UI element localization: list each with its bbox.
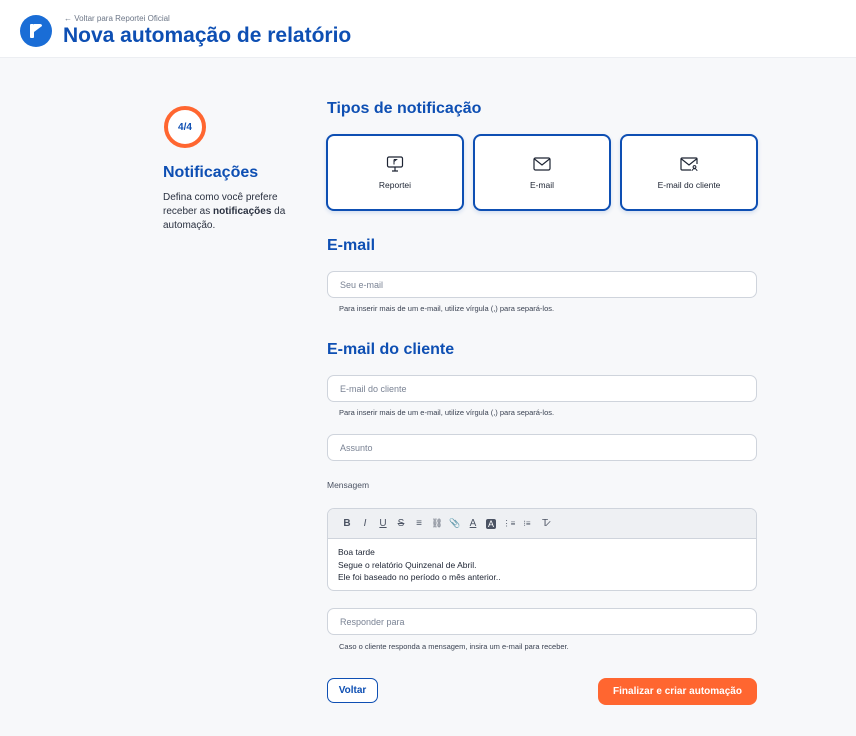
message-line: Boa tarde: [338, 547, 375, 557]
client-email-input[interactable]: [328, 376, 756, 401]
notification-option-client-email[interactable]: E-mail do cliente: [620, 134, 758, 211]
step-indicator: 4/4: [164, 106, 206, 148]
email-field[interactable]: [327, 271, 757, 298]
text-color-button[interactable]: A: [464, 515, 482, 533]
step-description: Defina como você prefere receber as noti…: [163, 191, 313, 233]
notification-types-title: Tipos de notificação: [327, 100, 482, 117]
email-input[interactable]: [328, 272, 756, 297]
italic-button[interactable]: I: [356, 515, 374, 533]
message-editor[interactable]: B I U S ≡ ⛓ 📎 A A ⋮≡ ⁝≡ T̷ Boa tarde Seg…: [327, 508, 757, 591]
email-section-title: E-mail: [327, 237, 376, 254]
back-to-reportei-link[interactable]: ← Voltar para Reportei Oficial: [64, 14, 170, 23]
align-button[interactable]: ≡: [410, 515, 428, 533]
background-color-label: A: [485, 518, 496, 529]
bold-button[interactable]: B: [338, 515, 356, 533]
background-color-button[interactable]: A: [482, 515, 500, 533]
finish-create-automation-button[interactable]: Finalizar e criar automação: [598, 678, 757, 705]
page-title: Nova automação de relatório: [63, 24, 352, 47]
step-desc-bold: notificações: [213, 206, 272, 217]
monitor-icon: [386, 155, 404, 172]
underline-button[interactable]: U: [374, 515, 392, 533]
notification-option-email[interactable]: E-mail: [473, 134, 611, 211]
step-title: Notificações: [163, 164, 259, 181]
attach-button[interactable]: 📎: [446, 515, 464, 533]
reply-to-hint: Caso o cliente responda a mensagem, insi…: [339, 642, 569, 651]
ordered-list-button[interactable]: ⋮≡: [500, 515, 518, 533]
reportei-logo-icon[interactable]: [20, 15, 52, 47]
email-hint: Para inserir mais de um e-mail, utilize …: [339, 304, 555, 313]
clear-format-button[interactable]: T̷: [536, 515, 554, 533]
notification-option-label: Reportei: [378, 179, 412, 190]
reply-to-field[interactable]: [327, 608, 757, 635]
mail-icon: [533, 156, 551, 171]
mail-user-icon: [680, 156, 698, 171]
client-email-field[interactable]: [327, 375, 757, 402]
reply-to-input[interactable]: [328, 609, 756, 634]
notification-option-label: E-mail: [529, 179, 555, 190]
back-button[interactable]: Voltar: [327, 678, 378, 703]
message-label: Mensagem: [327, 480, 370, 490]
subject-field[interactable]: [327, 434, 757, 461]
strikethrough-button[interactable]: S: [392, 515, 410, 533]
subject-input[interactable]: [328, 435, 756, 460]
client-email-hint: Para inserir mais de um e-mail, utilize …: [339, 408, 555, 417]
link-button[interactable]: ⛓: [428, 515, 446, 533]
message-line: Segue o relatório Quinzenal de Abril.: [338, 559, 477, 570]
client-email-section-title: E-mail do cliente: [327, 341, 455, 358]
message-body[interactable]: Boa tarde Segue o relatório Quinzenal de…: [328, 539, 756, 590]
editor-toolbar: B I U S ≡ ⛓ 📎 A A ⋮≡ ⁝≡ T̷: [328, 509, 756, 539]
notification-option-label: E-mail do cliente: [657, 179, 721, 190]
bullet-list-button[interactable]: ⁝≡: [518, 515, 536, 533]
message-line: Ele foi baseado no período o mês anterio…: [338, 572, 501, 582]
top-header: ← Voltar para Reportei Oficial Nova auto…: [0, 0, 856, 58]
notification-option-reportei[interactable]: Reportei: [326, 134, 464, 211]
